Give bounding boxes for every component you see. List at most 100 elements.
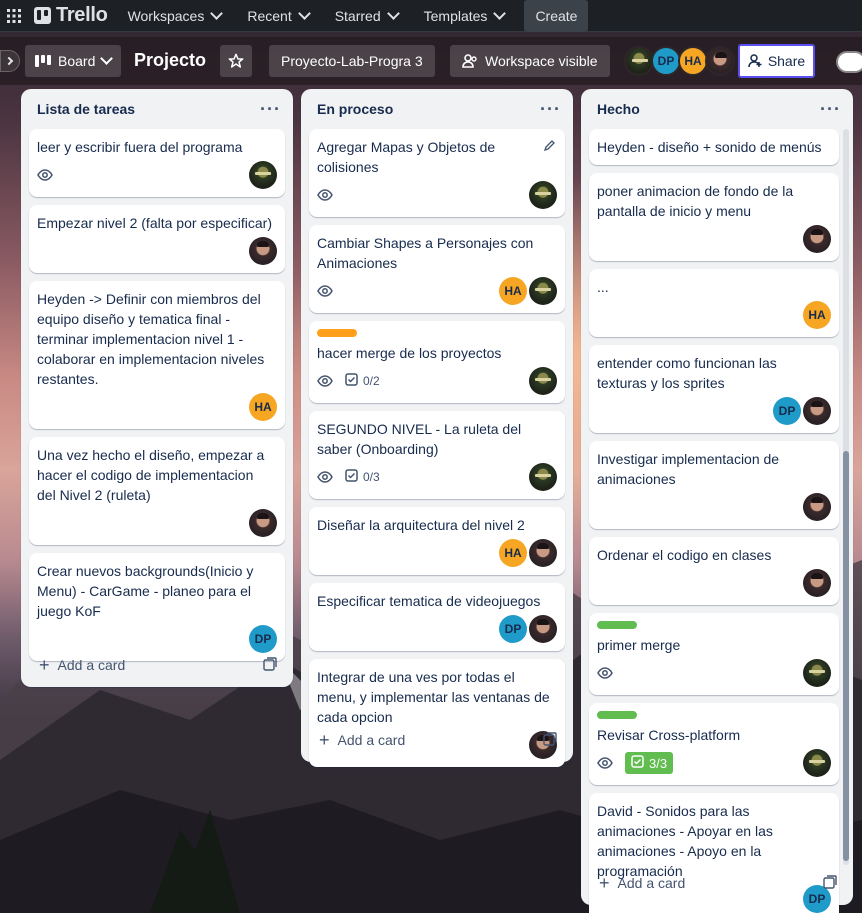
trello-logo[interactable]: Trello (34, 4, 108, 27)
list-title[interactable]: Lista de tareas (37, 101, 135, 117)
list-menu-icon[interactable]: ··· (540, 100, 561, 118)
share-label: Share (767, 53, 806, 69)
share-button[interactable]: Share (738, 44, 815, 78)
member-avatar-ha[interactable]: HA (249, 393, 277, 421)
card-members (529, 463, 557, 491)
nav-workspaces-label: Workspaces (127, 7, 205, 24)
trello-logo-text: Trello (56, 4, 108, 26)
member-avatar[interactable] (249, 509, 277, 537)
visibility-button[interactable]: Workspace visible (450, 45, 610, 77)
member-avatar[interactable] (529, 615, 557, 643)
member-avatar[interactable] (529, 367, 557, 395)
card[interactable]: Especificar tematica de videojuegos DP (309, 583, 565, 651)
member-avatar[interactable] (624, 46, 654, 76)
card[interactable]: Heyden - diseño + sonido de menús (589, 129, 839, 165)
card-list: Agregar Mapas y Objetos de colisiones Cam… (301, 129, 573, 767)
member-avatar-ha[interactable]: HA (499, 277, 527, 305)
card-list: Heyden - diseño + sonido de menús poner a… (581, 129, 853, 913)
star-board-button[interactable] (220, 45, 252, 77)
member-avatar[interactable] (529, 539, 557, 567)
card[interactable]: Empezar nivel 2 (falta por especificar) (29, 205, 285, 273)
card[interactable]: ... HA (589, 269, 839, 337)
more-menu-toggle[interactable] (836, 51, 862, 73)
create-button[interactable]: Create (524, 0, 589, 32)
nav-recent[interactable]: Recent (237, 0, 318, 32)
card[interactable]: SEGUNDO NIVEL - La ruleta del saber (Onb… (309, 411, 565, 499)
card[interactable]: primer merge (589, 613, 839, 695)
add-card-button[interactable]: + Add a card (21, 645, 293, 685)
member-avatar-ha[interactable]: HA (499, 539, 527, 567)
add-card-button[interactable]: + Add a card (581, 863, 853, 903)
card-members: HA (803, 301, 831, 329)
card-title: Revisar Cross-platform (597, 727, 741, 743)
member-avatar-ha[interactable]: HA (678, 46, 708, 76)
visibility-label: Workspace visible (485, 53, 598, 69)
add-card-label: Add a card (337, 732, 406, 748)
nav-templates[interactable]: Templates (414, 0, 515, 32)
card[interactable]: Agregar Mapas y Objetos de colisiones (309, 129, 565, 217)
card-badges: 0/2 (317, 373, 380, 389)
member-avatar[interactable] (803, 659, 831, 687)
member-avatar[interactable] (249, 161, 277, 189)
board-title[interactable]: Projecto (134, 50, 206, 71)
add-card-button[interactable]: + Add a card (301, 720, 573, 760)
chevron-down-icon (386, 6, 400, 20)
list-menu-icon[interactable]: ··· (260, 100, 281, 118)
list-title[interactable]: En proceso (317, 101, 393, 117)
pencil-icon[interactable] (543, 139, 555, 155)
card[interactable]: Una vez hecho el diseño, empezar a hacer… (29, 437, 285, 545)
card-badges (597, 667, 613, 679)
card-title: Crear nuevos backgrounds(Inicio y Menu) … (37, 563, 254, 619)
nav-workspaces[interactable]: Workspaces (118, 0, 232, 32)
card[interactable]: Revisar Cross-platform 3/3 (589, 703, 839, 785)
member-avatar-dp[interactable]: DP (499, 615, 527, 643)
add-card-label: Add a card (617, 875, 686, 891)
board-view-label: Board (58, 53, 96, 69)
member-avatar[interactable] (803, 225, 831, 253)
card[interactable]: Diseñar la arquitectura del nivel 2 HA (309, 507, 565, 575)
add-card-label-group: + Add a card (319, 731, 406, 749)
member-avatar[interactable] (803, 397, 831, 425)
member-avatar[interactable] (803, 569, 831, 597)
list-scrollbar-thumb[interactable] (843, 451, 849, 861)
list-menu-icon[interactable]: ··· (820, 100, 841, 118)
card-template-icon[interactable] (823, 874, 837, 892)
list-title[interactable]: Hecho (597, 101, 640, 117)
sidebar-expand-button[interactable] (0, 50, 20, 72)
card[interactable]: entender como funcionan las texturas y l… (589, 345, 839, 433)
member-avatar[interactable] (249, 237, 277, 265)
member-avatar[interactable] (529, 463, 557, 491)
card-title: Empezar nivel 2 (falta por especificar) (37, 215, 272, 231)
member-avatar[interactable] (803, 749, 831, 777)
workspace-button[interactable]: Proyecto-Lab-Progra 3 (269, 45, 435, 77)
card-template-icon[interactable] (263, 656, 277, 674)
member-avatar-dp[interactable]: DP (651, 46, 681, 76)
card[interactable]: hacer merge de los proyectos 0/2 (309, 321, 565, 403)
member-avatar[interactable] (529, 181, 557, 209)
card-footer (37, 161, 277, 189)
eye-icon (317, 189, 333, 201)
card-footer: HA (317, 277, 557, 305)
member-avatar-ha[interactable]: HA (803, 301, 831, 329)
card-label[interactable] (597, 711, 637, 719)
card-members (803, 569, 831, 597)
card-label[interactable] (317, 329, 357, 337)
card-template-icon[interactable] (543, 731, 557, 749)
member-avatar[interactable] (803, 493, 831, 521)
card[interactable]: Ordenar el codigo en clases (589, 537, 839, 605)
card-members: HA (499, 539, 557, 567)
card[interactable]: Heyden -> Definir con miembros del equip… (29, 281, 285, 429)
card[interactable]: leer y escribir fuera del programa (29, 129, 285, 197)
card-label[interactable] (597, 621, 637, 629)
app-switcher-icon[interactable] (2, 0, 26, 32)
nav-starred[interactable]: Starred (325, 0, 408, 32)
eye-icon (597, 667, 613, 679)
board-view-switcher[interactable]: Board (25, 45, 122, 77)
member-avatar[interactable] (705, 46, 735, 76)
card[interactable]: poner animacion de fondo de la pantalla … (589, 173, 839, 261)
member-avatar-dp[interactable]: DP (773, 397, 801, 425)
card[interactable]: Cambiar Shapes a Personajes con Animacio… (309, 225, 565, 313)
nav-starred-label: Starred (334, 7, 381, 24)
card[interactable]: Investigar implementacion de animaciones (589, 441, 839, 529)
member-avatar[interactable] (529, 277, 557, 305)
